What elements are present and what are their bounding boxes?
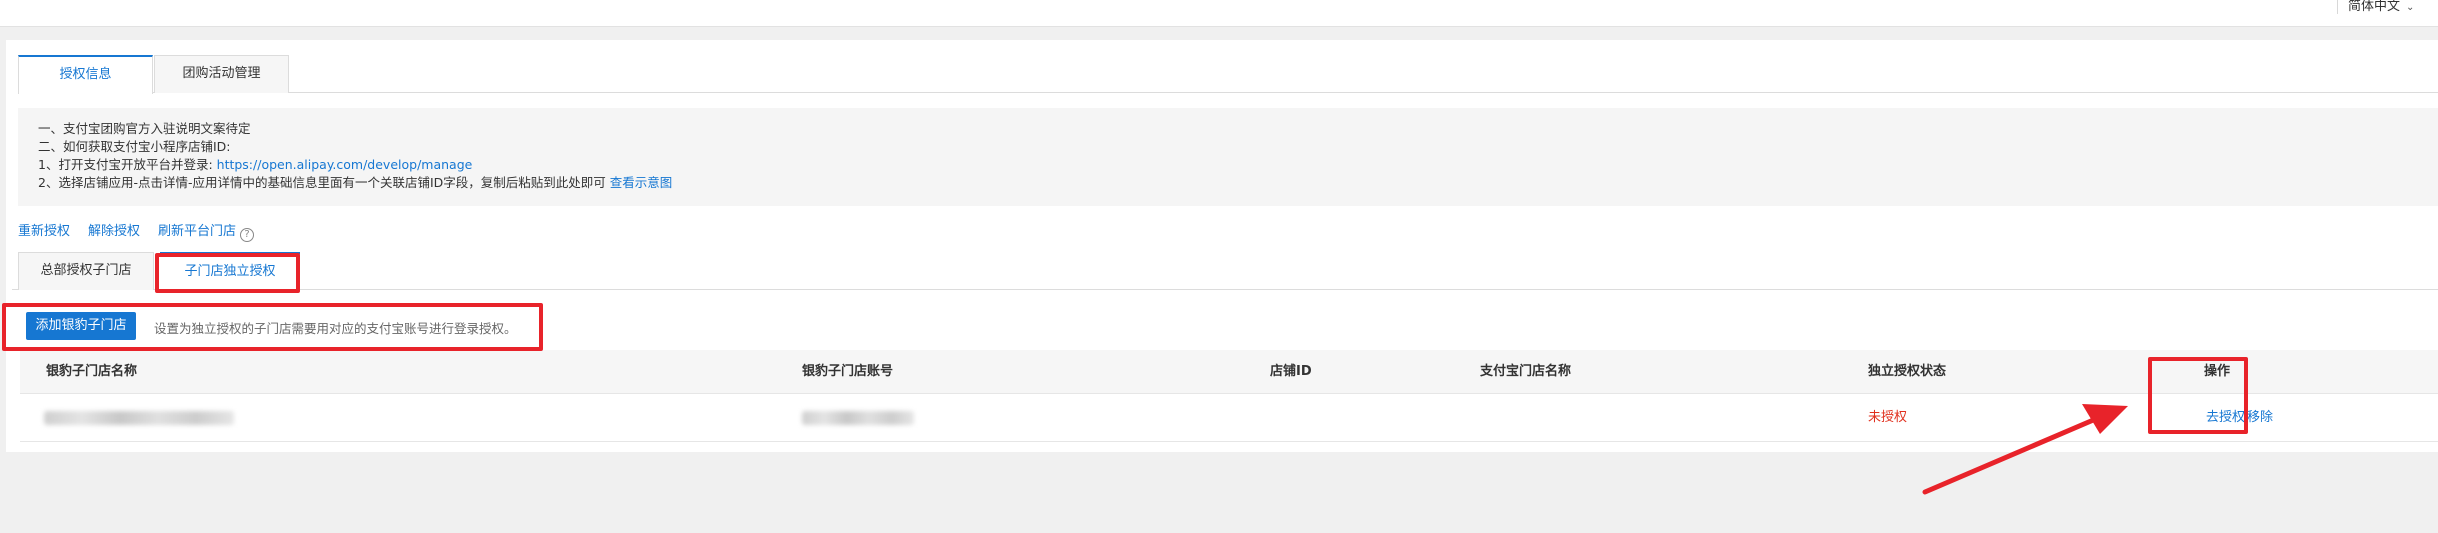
tab-group-buy-management[interactable]: 团购活动管理 — [154, 55, 289, 93]
column-shop-id: 店铺ID — [1270, 364, 1312, 379]
question-circle-icon[interactable]: ? — [240, 228, 255, 242]
info-line-3: 1、打开支付宝开放平台并登录: https://open.alipay.com/… — [38, 156, 2438, 174]
action-links: 重新授权 解除授权 刷新平台门店? — [18, 220, 255, 242]
info-box: 一、支付宝团购官方入驻说明文案待定 二、如何获取支付宝小程序店铺ID: 1、打开… — [18, 108, 2438, 206]
table-row: 未授权 去授权 移除 — [20, 394, 2438, 442]
cell-operation: 去授权 移除 — [2206, 394, 2273, 442]
authorize-link[interactable]: 去授权 — [2206, 410, 2245, 425]
revoke-authorization-link[interactable]: 解除授权 — [88, 224, 140, 239]
chevron-down-icon: ⌄ — [2406, 2, 2415, 13]
column-store-name: 银豹子门店名称 — [46, 364, 138, 379]
view-diagram-link[interactable]: 查看示意图 — [610, 175, 673, 190]
cell-store-account — [802, 394, 914, 442]
tab-hq-authorized-stores[interactable]: 总部授权子门店 — [18, 252, 154, 290]
cell-store-name — [44, 394, 234, 442]
cell-auth-status: 未授权 — [1868, 410, 1908, 425]
info-line-2: 二、如何获取支付宝小程序店铺ID: — [38, 139, 231, 154]
redacted-store-name — [44, 410, 234, 425]
top-bar: 简体中文 ⌄ — [0, 0, 2438, 27]
table-header: 银豹子门店名称 银豹子门店账号 店铺ID 支付宝门店名称 独立授权状态 操作 — [20, 350, 2438, 394]
column-auth-status: 独立授权状态 — [1868, 364, 1947, 379]
open-platform-link[interactable]: https://open.alipay.com/develop/manage — [217, 157, 473, 172]
refresh-stores-link[interactable]: 刷新平台门店 — [158, 224, 236, 239]
column-alipay-store-name: 支付宝门店名称 — [1480, 364, 1572, 379]
info-line-4-text: 2、选择店铺应用-点击详情-应用详情中的基础信息里面有一个关联店铺ID字段，复制… — [38, 175, 610, 190]
add-store-button[interactable]: 添加银豹子门店 — [26, 312, 136, 340]
sub-tabs: 总部授权子门店 子门店独立授权 — [12, 252, 2438, 291]
remove-link[interactable]: 移除 — [2247, 410, 2273, 425]
add-store-hint: 设置为独立授权的子门店需要用对应的支付宝账号进行登录授权。 — [154, 321, 517, 336]
main-tabs: 授权信息 团购活动管理 — [18, 55, 2438, 94]
info-line-4: 2、选择店铺应用-点击详情-应用详情中的基础信息里面有一个关联店铺ID字段，复制… — [38, 174, 2438, 192]
tab-independent-authorization[interactable]: 子门店独立授权 — [160, 252, 300, 291]
tab-authorization-info[interactable]: 授权信息 — [18, 55, 153, 94]
info-line-1: 一、支付宝团购官方入驻说明文案待定 — [38, 121, 251, 136]
column-store-account: 银豹子门店账号 — [802, 364, 894, 379]
main-panel: 授权信息 团购活动管理 一、支付宝团购官方入驻说明文案待定 二、如何获取支付宝小… — [6, 40, 2438, 452]
redacted-store-account — [802, 410, 914, 425]
language-selector[interactable]: 简体中文 ⌄ — [2337, 0, 2414, 14]
column-operation: 操作 — [2204, 364, 2231, 379]
language-label: 简体中文 — [2348, 0, 2401, 14]
info-line-3-text: 1、打开支付宝开放平台并登录: — [38, 157, 217, 172]
reauthorize-link[interactable]: 重新授权 — [18, 224, 70, 239]
